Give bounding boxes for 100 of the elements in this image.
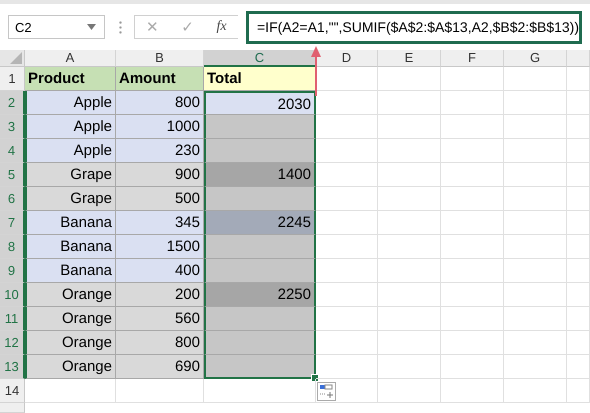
table-cell: 560: [116, 307, 204, 331]
column-header[interactable]: D: [316, 50, 378, 67]
insert-function-button[interactable]: fx: [212, 19, 231, 35]
empty-cell: [504, 139, 567, 163]
empty-cell: [504, 163, 567, 187]
column-header[interactable]: G: [504, 50, 567, 67]
row-header[interactable]: 6: [0, 187, 25, 211]
empty-cell: [441, 355, 504, 379]
empty-cell: [441, 379, 504, 403]
fill-handle[interactable]: [311, 374, 319, 382]
table-cell: Orange: [25, 331, 116, 355]
column-header[interactable]: B: [116, 50, 204, 67]
table-cell: Apple: [25, 91, 116, 115]
triangle-icon: [10, 52, 22, 64]
empty-cell: [567, 331, 590, 355]
empty-cell: [441, 163, 504, 187]
row-header[interactable]: 12: [0, 331, 25, 355]
column-header[interactable]: A: [25, 50, 116, 67]
empty-cell: [504, 115, 567, 139]
table-cell: 900: [116, 163, 204, 187]
empty-cell: [441, 67, 504, 91]
empty-cell: [441, 91, 504, 115]
column-header[interactable]: E: [378, 50, 441, 67]
row-header[interactable]: 7: [0, 211, 25, 235]
table-cell: Banana: [25, 259, 116, 283]
row-header[interactable]: 1: [0, 67, 25, 91]
empty-cell: [378, 139, 441, 163]
row-header[interactable]: 5: [0, 163, 25, 187]
empty-cell: [441, 259, 504, 283]
empty-cell: [567, 163, 590, 187]
formula-field[interactable]: =IF(A2=A1,"",SUMIF($A$2:$A$13,A2,$B$2:$B$13)): [246, 10, 582, 44]
empty-cell: [567, 355, 590, 379]
table-cell: 400: [116, 259, 204, 283]
empty-cell: [378, 187, 441, 211]
name-box[interactable]: C2: [8, 15, 105, 39]
table-cell: 200: [116, 283, 204, 307]
table-header-cell: Amount: [116, 67, 204, 91]
column-header[interactable]: C: [204, 50, 316, 67]
table-cell: Orange: [25, 307, 116, 331]
column-header[interactable]: F: [441, 50, 504, 67]
table-cell: 500: [116, 187, 204, 211]
empty-cell: [567, 307, 590, 331]
row-header[interactable]: 9: [0, 259, 25, 283]
empty-cell: [504, 259, 567, 283]
table-cell: 2245: [204, 211, 316, 235]
table-cell: 230: [116, 139, 204, 163]
empty-cell: [504, 211, 567, 235]
empty-cell: [567, 211, 590, 235]
table-header-cell: Total: [204, 67, 316, 91]
row-header[interactable]: 10: [0, 283, 25, 307]
empty-cell: [378, 235, 441, 259]
row-header[interactable]: 8: [0, 235, 25, 259]
empty-cell: [378, 115, 441, 139]
empty-cell: [378, 259, 441, 283]
row-header[interactable]: 2: [0, 91, 25, 115]
row-header[interactable]: 4: [0, 139, 25, 163]
arrow-icon: [311, 46, 321, 96]
drag-handle-icon: [118, 20, 122, 34]
empty-cell: [378, 283, 441, 307]
empty-cell: [441, 139, 504, 163]
table-cell: 345: [116, 211, 204, 235]
empty-cell: [567, 379, 590, 403]
empty-cell: [567, 187, 590, 211]
empty-cell: [504, 331, 567, 355]
empty-cell: [567, 283, 590, 307]
row-header[interactable]: 11: [0, 307, 25, 331]
table-cell: 2030: [204, 91, 316, 115]
row-header[interactable]: 13: [0, 355, 25, 379]
table-cell: 690: [116, 355, 204, 379]
empty-cell: [441, 283, 504, 307]
empty-cell: [441, 307, 504, 331]
cancel-button[interactable]: ✕: [142, 18, 163, 36]
enter-button[interactable]: ✓: [177, 18, 198, 36]
empty-cell: [378, 307, 441, 331]
empty-cell: [567, 115, 590, 139]
empty-cell: [504, 307, 567, 331]
empty-cell: [504, 67, 567, 91]
table-cell: Orange: [25, 283, 116, 307]
empty-cell: [567, 235, 590, 259]
table-cell: Apple: [25, 139, 116, 163]
empty-cell: [441, 235, 504, 259]
table-cell: Apple: [25, 115, 116, 139]
empty-cell: [504, 235, 567, 259]
empty-cell: [504, 187, 567, 211]
row-header[interactable]: 14: [0, 379, 25, 403]
dropdown-caret-icon[interactable]: [86, 24, 96, 30]
quick-analysis-icon[interactable]: [317, 382, 336, 401]
empty-cell: [567, 259, 590, 283]
table-cell: 800: [116, 91, 204, 115]
empty-cell: [504, 283, 567, 307]
table-cell: 800: [116, 331, 204, 355]
empty-cell: [567, 139, 590, 163]
empty-cell: [441, 115, 504, 139]
empty-cell: [504, 91, 567, 115]
table-cell: Banana: [25, 211, 116, 235]
empty-cell: [378, 355, 441, 379]
table-cell: Grape: [25, 163, 116, 187]
table-header-cell: Product: [25, 67, 116, 91]
row-header[interactable]: 3: [0, 115, 25, 139]
empty-cell: [378, 163, 441, 187]
